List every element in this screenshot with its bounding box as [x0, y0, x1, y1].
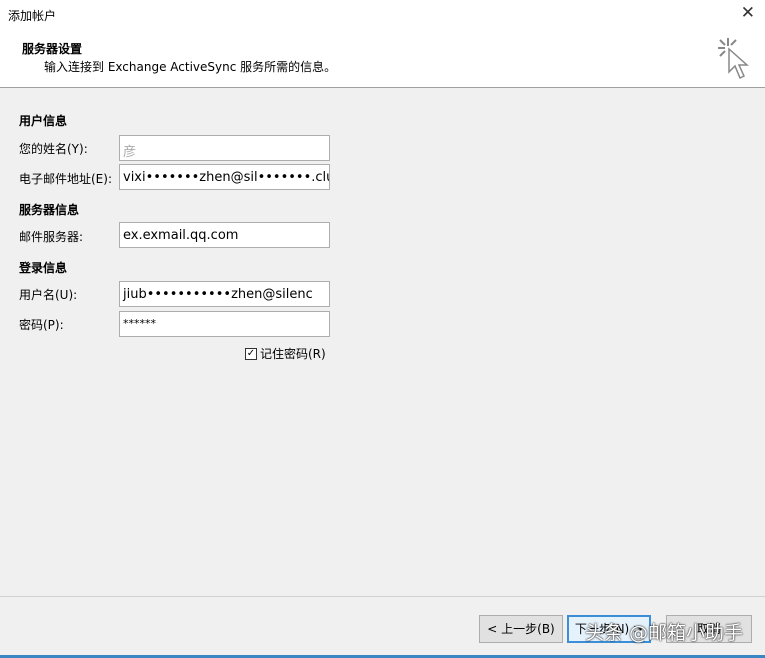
back-button[interactable]: < 上一步(B): [479, 615, 563, 643]
remember-password-label: 记住密码(R): [260, 347, 326, 361]
name-label: 您的姓名(Y):: [19, 142, 88, 156]
mail-server-label: 邮件服务器:: [19, 230, 84, 244]
cursor-click-icon: [718, 38, 749, 80]
password-label: 密码(P):: [19, 318, 64, 332]
username-label: 用户名(U):: [19, 288, 78, 302]
window-title: 添加帐户: [8, 9, 57, 23]
username-input[interactable]: jiub•••••••••••zhen@silenc: [119, 281, 330, 307]
watermark: 头条 @邮箱小助手: [585, 622, 744, 644]
page-subtitle: 输入连接到 Exchange ActiveSync 服务所需的信息。: [44, 60, 337, 74]
section-login-info: 登录信息: [19, 261, 68, 275]
password-input[interactable]: ******: [119, 311, 330, 337]
mail-server-input[interactable]: ex.exmail.qq.com: [119, 222, 330, 248]
name-input[interactable]: 彦: [119, 135, 330, 161]
remember-password-checkbox[interactable]: ✓ 记住密码(R): [245, 345, 326, 362]
footer-divider: [0, 596, 765, 597]
email-label: 电子邮件地址(E):: [19, 172, 112, 186]
close-icon[interactable]: ✕: [741, 3, 755, 23]
header-area: 添加帐户 ✕ 服务器设置 输入连接到 Exchange ActiveSync 服…: [0, 0, 765, 88]
section-server-info: 服务器信息: [19, 203, 80, 217]
section-user-info: 用户信息: [19, 114, 68, 128]
email-input[interactable]: vixi•••••••zhen@sil•••••••.club: [119, 164, 330, 190]
page-title: 服务器设置: [22, 42, 83, 56]
checkbox-check-icon: ✓: [245, 347, 257, 360]
